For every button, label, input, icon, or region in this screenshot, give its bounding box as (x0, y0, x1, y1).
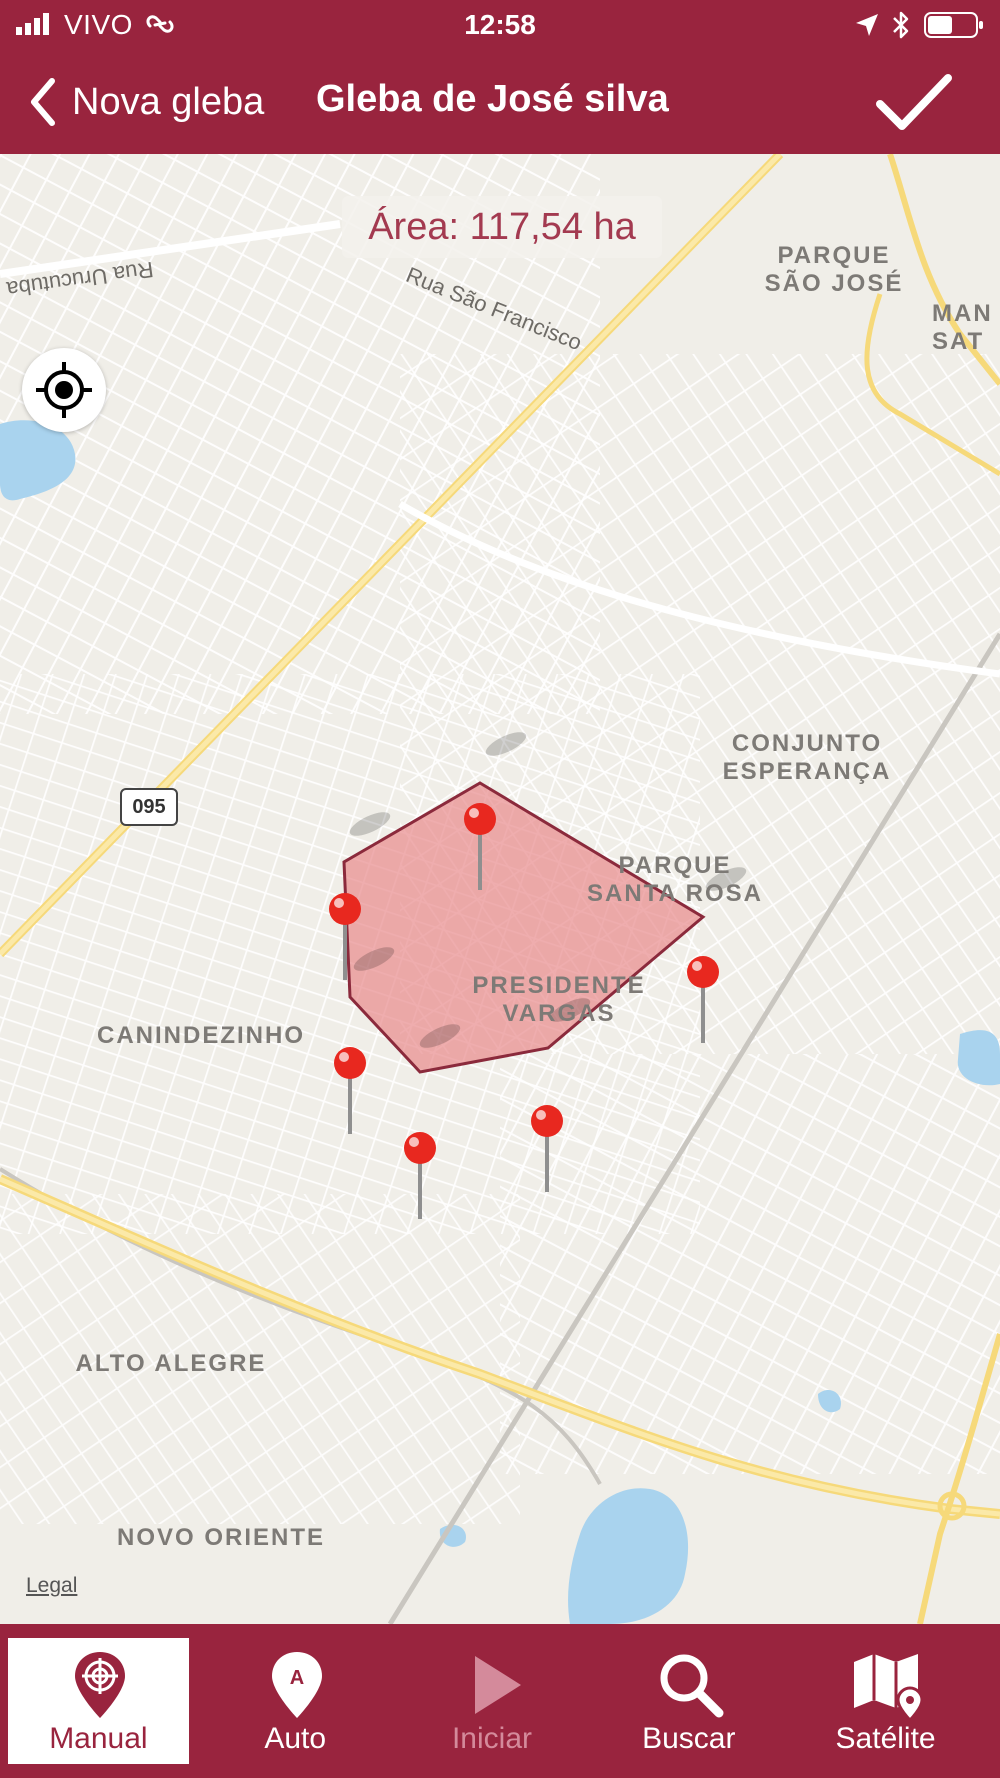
neighborhood-label: PARQUE SANTA ROSA (587, 852, 763, 907)
polygon-vertex-pin[interactable] (400, 1131, 440, 1221)
neighborhood-label: CONJUNTO ESPERANÇA (722, 730, 892, 785)
tab-satelite[interactable]: Satélite (795, 1638, 976, 1764)
polygon-vertex-pin[interactable] (683, 955, 723, 1045)
tab-iniciar[interactable]: Iniciar (402, 1638, 583, 1764)
neighborhood-label: PARQUE SÃO JOSÉ (764, 242, 904, 297)
polygon-vertex-pin[interactable] (325, 892, 365, 982)
polygon-vertex-pin[interactable] (527, 1104, 567, 1194)
svg-text:A: A (290, 1667, 304, 1689)
status-time: 12:58 (464, 9, 536, 40)
neighborhood-label: PRESIDENTE VARGAS (472, 972, 646, 1027)
crosshair-icon (36, 362, 92, 418)
back-button-label: Nova gleba (72, 80, 265, 123)
locate-me-button[interactable] (22, 348, 106, 432)
legal-link[interactable]: Legal (26, 1574, 77, 1598)
neighborhood-label: ALTO ALEGRE (75, 1350, 267, 1377)
status-bar: VIVO 12:58 (0, 0, 1000, 50)
target-pin-icon (75, 1652, 125, 1718)
tab-manual[interactable]: Manual (8, 1638, 189, 1764)
tab-label: Auto (264, 1722, 327, 1755)
neighborhood-label: MAN SAT (932, 300, 993, 355)
search-icon (660, 1654, 724, 1718)
bottom-tab-bar: Manual A Auto Iniciar Buscar Satélite (0, 1624, 1000, 1778)
play-icon (474, 1656, 521, 1714)
tab-auto[interactable]: A Auto (205, 1638, 386, 1764)
tab-label: Iniciar (451, 1722, 532, 1755)
map-view[interactable]: Área: 117,54 ha Rua Urucutuba Rua São Fr… (0, 154, 1000, 1624)
tab-buscar[interactable]: Buscar (598, 1638, 779, 1764)
tab-label: Satélite (835, 1722, 936, 1755)
chevron-left-icon (31, 78, 55, 126)
top-bar: VIVO 12:58 Nova gleba Gleba de José silv… (0, 0, 1000, 154)
auto-pin-icon: A (271, 1652, 322, 1718)
tab-label: Manual (49, 1722, 148, 1755)
neighborhood-label: NOVO ORIENTE (116, 1524, 326, 1551)
confirm-check-button[interactable] (876, 70, 952, 134)
page-title: Gleba de José silva (316, 78, 669, 120)
map-base-layer (0, 154, 1000, 1624)
tab-label: Buscar (642, 1722, 736, 1755)
area-label: Área: 117,54 ha (342, 196, 662, 258)
map-satellite-icon (854, 1654, 923, 1720)
back-button[interactable]: Nova gleba (28, 72, 264, 132)
bluetooth-icon (893, 11, 909, 39)
polygon-vertex-pin[interactable] (460, 802, 500, 892)
neighborhood-label: CANINDEZINHO (97, 1022, 305, 1049)
polygon-vertex-pin[interactable] (330, 1046, 370, 1136)
battery-icon (924, 12, 983, 38)
location-arrow-icon (856, 14, 878, 36)
highway-shield: 095 (120, 788, 178, 826)
